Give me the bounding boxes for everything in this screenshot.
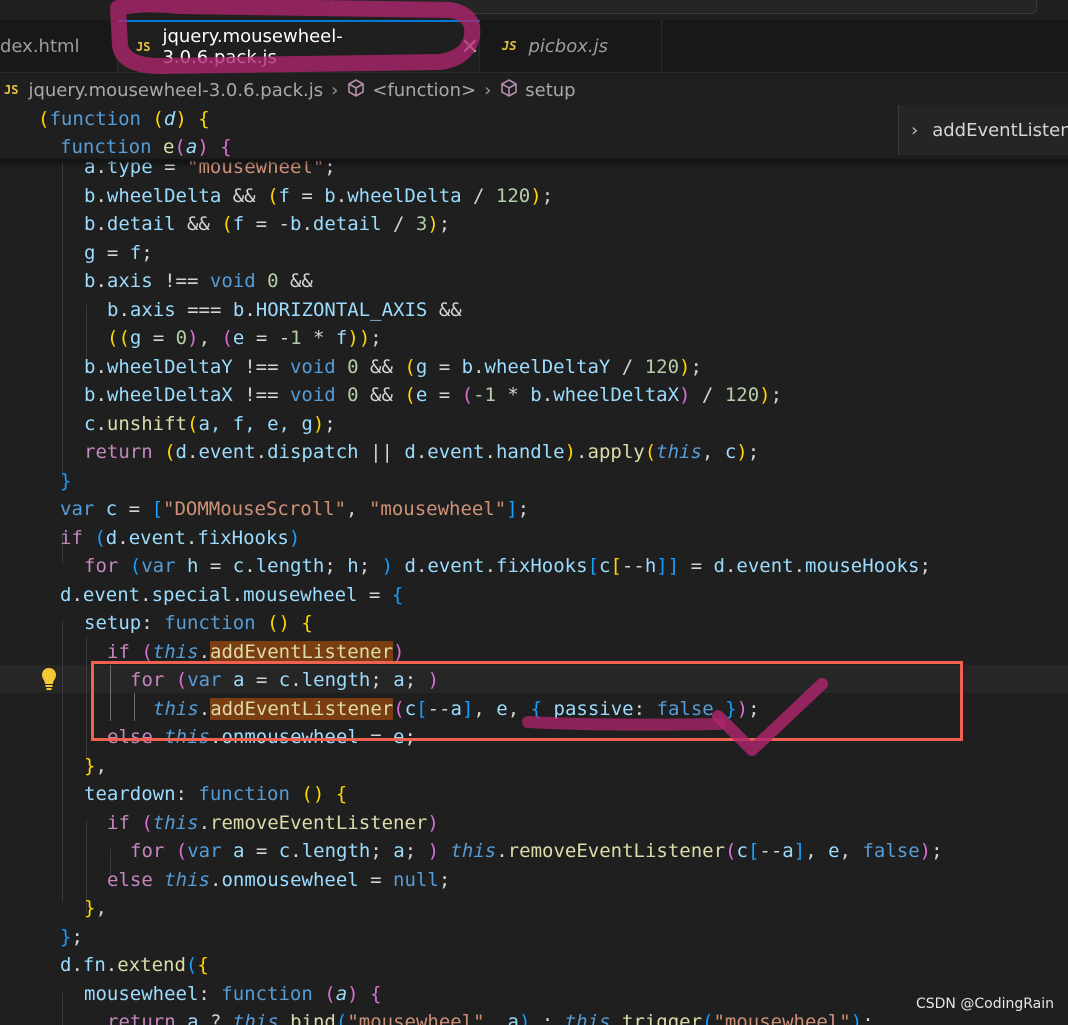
code-line: if (d.event.fixHooks) — [60, 527, 301, 549]
command-center-search[interactable] — [330, 0, 1037, 14]
code-editor[interactable]: a.type = "mousewheel"; b.wheelDelta && (… — [0, 105, 1068, 1025]
annotation-box — [91, 661, 963, 741]
code-line: for (var h = c.length; h; ) d.event.fixH… — [84, 555, 931, 577]
code-line: } — [60, 470, 72, 492]
breadcrumb-separator: › — [484, 79, 492, 101]
sticky-line[interactable]: (function (d) { — [38, 105, 210, 133]
indent-guide — [62, 161, 63, 477]
tab-label: dex.html — [0, 35, 80, 57]
code-line: c.unshift(a, f, e, g); — [84, 413, 336, 435]
close-icon[interactable]: ✕ — [461, 35, 479, 60]
title-bar — [0, 0, 1068, 20]
code-line: ((g = 0), (e = -1 * f)); — [107, 327, 382, 349]
code-line: if (this.removeEventListener) — [107, 812, 439, 834]
outline-label: addEventListen — [932, 119, 1068, 141]
code-line: }, — [84, 897, 107, 919]
code-line: return (d.event.dispatch || d.event.hand… — [84, 441, 760, 463]
tab-label: jquery.mousewheel-3.0.6.pack.js — [162, 26, 343, 68]
code-line: d.event.special.mousewheel = { — [60, 584, 404, 606]
code-line: for (var a = c.length; a; ) this.removeE… — [130, 840, 943, 862]
code-line: b.detail && (f = -b.detail / 3); — [84, 213, 451, 235]
tab-jquery-mousewheel[interactable]: JS jquery.mousewheel-3.0.6.pack.js ✕ — [118, 20, 480, 72]
code-line: b.wheelDeltaY !== void 0 && (g = b.wheel… — [84, 356, 702, 378]
code-line: }; — [60, 926, 83, 948]
code-line: var c = ["DOMMouseScroll", "mousewheel"]… — [60, 498, 530, 520]
code-line: mousewheel: function (a) { — [84, 983, 382, 1005]
editor-tab-bar: dex.html JS jquery.mousewheel-3.0.6.pack… — [0, 20, 1068, 73]
tab-index-html[interactable]: dex.html — [0, 20, 118, 72]
lightbulb-icon[interactable] — [40, 666, 58, 692]
outline-widget[interactable]: › addEventListen — [898, 105, 1068, 155]
tab-label: picbox.js — [528, 35, 608, 57]
indent-guide — [86, 637, 87, 757]
tab-picbox-js[interactable]: JS picbox.js — [480, 20, 662, 72]
watermark: CSDN @CodingRain — [915, 996, 1054, 1012]
indent-guide — [62, 993, 63, 1025]
code-line: setup: function () { — [84, 612, 313, 634]
breadcrumb-setup[interactable]: setup — [525, 80, 575, 101]
sticky-line[interactable]: function e(a) { — [60, 133, 232, 161]
indent-guide — [62, 621, 63, 901]
code-line: teardown: function () { — [84, 783, 348, 805]
code-line: g = f; — [84, 242, 153, 264]
code-line: else this.onmousewheel = null; — [107, 869, 451, 891]
sticky-scroll-divider — [0, 159, 1068, 161]
js-file-icon: JS — [4, 83, 19, 97]
chevron-right-icon[interactable]: › — [911, 120, 918, 141]
symbol-cube-icon — [499, 78, 519, 103]
breadcrumb-function[interactable]: <function> — [372, 80, 476, 101]
code-line: b.wheelDeltaX !== void 0 && (e = (-1 * b… — [84, 384, 783, 406]
symbol-cube-icon — [346, 78, 366, 103]
breadcrumb: JS jquery.mousewheel-3.0.6.pack.js › <fu… — [0, 73, 1068, 107]
breadcrumb-file[interactable]: jquery.mousewheel-3.0.6.pack.js — [28, 80, 323, 101]
code-line: b.wheelDelta && (f = b.wheelDelta / 120)… — [84, 185, 554, 207]
breadcrumb-separator: › — [331, 79, 339, 101]
code-line: }, — [84, 755, 107, 777]
code-line: return a ? this.bind("mousewheel", a) : … — [107, 1011, 874, 1025]
code-line: d.fn.extend({ — [60, 954, 209, 976]
js-file-icon: JS — [502, 39, 517, 53]
code-line: b.axis === b.HORIZONTAL_AXIS && — [107, 299, 462, 321]
code-line: b.axis !== void 0 && — [84, 270, 313, 292]
js-file-icon: JS — [136, 40, 151, 54]
